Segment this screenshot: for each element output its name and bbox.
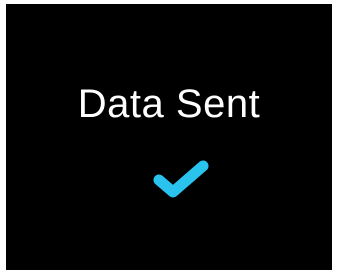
confirmation-screen: Data Sent <box>6 4 332 270</box>
checkmark-icon <box>153 160 209 198</box>
status-message: Data Sent <box>77 82 261 126</box>
